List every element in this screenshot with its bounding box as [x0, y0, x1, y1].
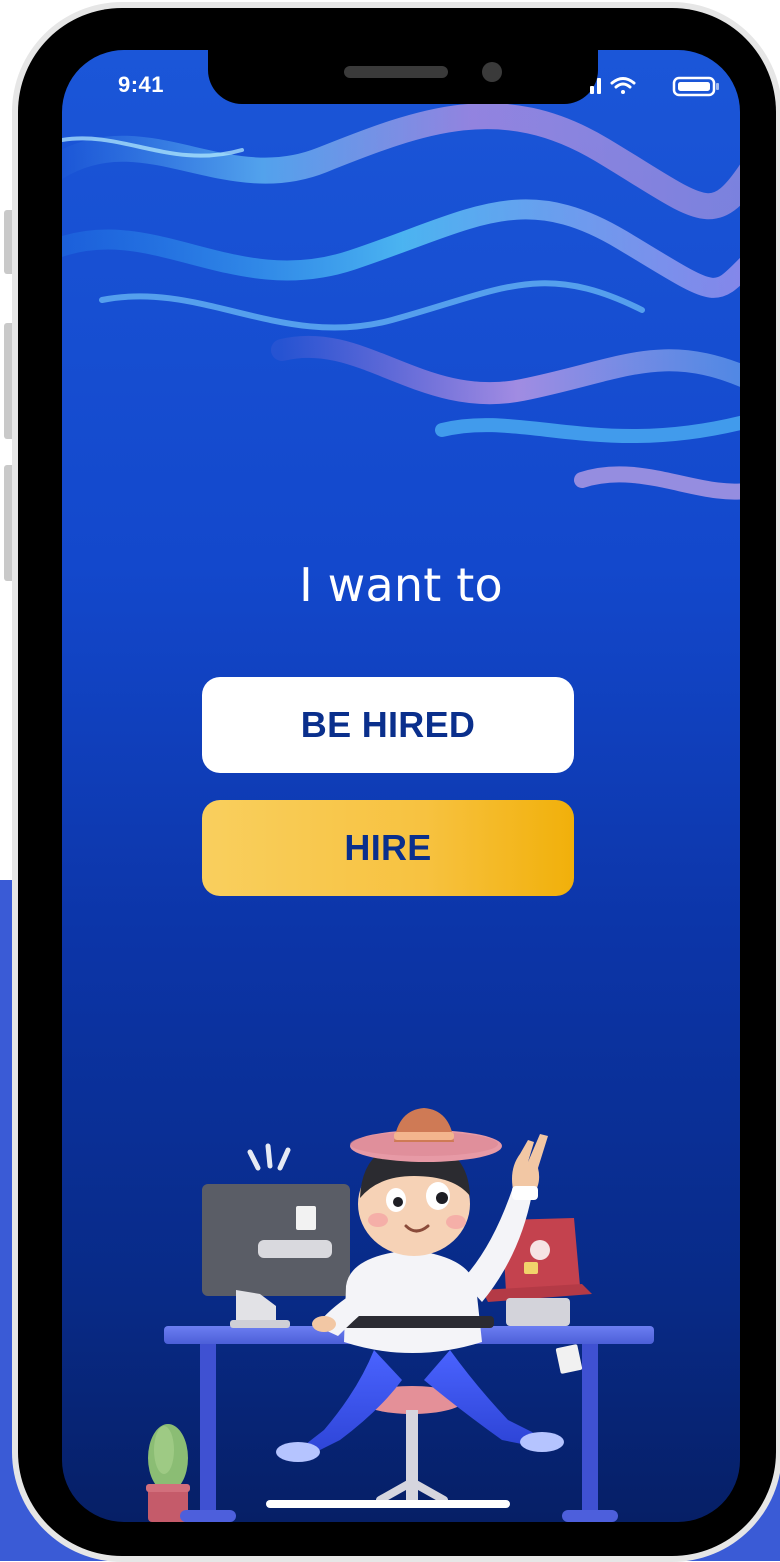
earpiece-speaker — [344, 66, 448, 78]
status-icons — [590, 76, 719, 97]
be-hired-button[interactable]: BE HIRED — [202, 677, 574, 773]
hire-button[interactable]: HIRE — [202, 800, 574, 896]
monitor-icon — [202, 1184, 350, 1328]
plant-icon — [146, 1424, 190, 1522]
person-at-desk-illustration — [146, 1108, 654, 1522]
cellular-signal-icon — [590, 78, 601, 94]
page-title: I want to — [299, 558, 503, 612]
front-camera — [482, 62, 502, 82]
abstract-wave-graphic — [62, 103, 740, 500]
battery-icon — [672, 76, 719, 97]
device-notch — [208, 50, 598, 104]
wifi-icon — [610, 77, 636, 94]
status-time: 9:41 — [118, 72, 165, 97]
home-indicator[interactable] — [266, 1500, 510, 1508]
